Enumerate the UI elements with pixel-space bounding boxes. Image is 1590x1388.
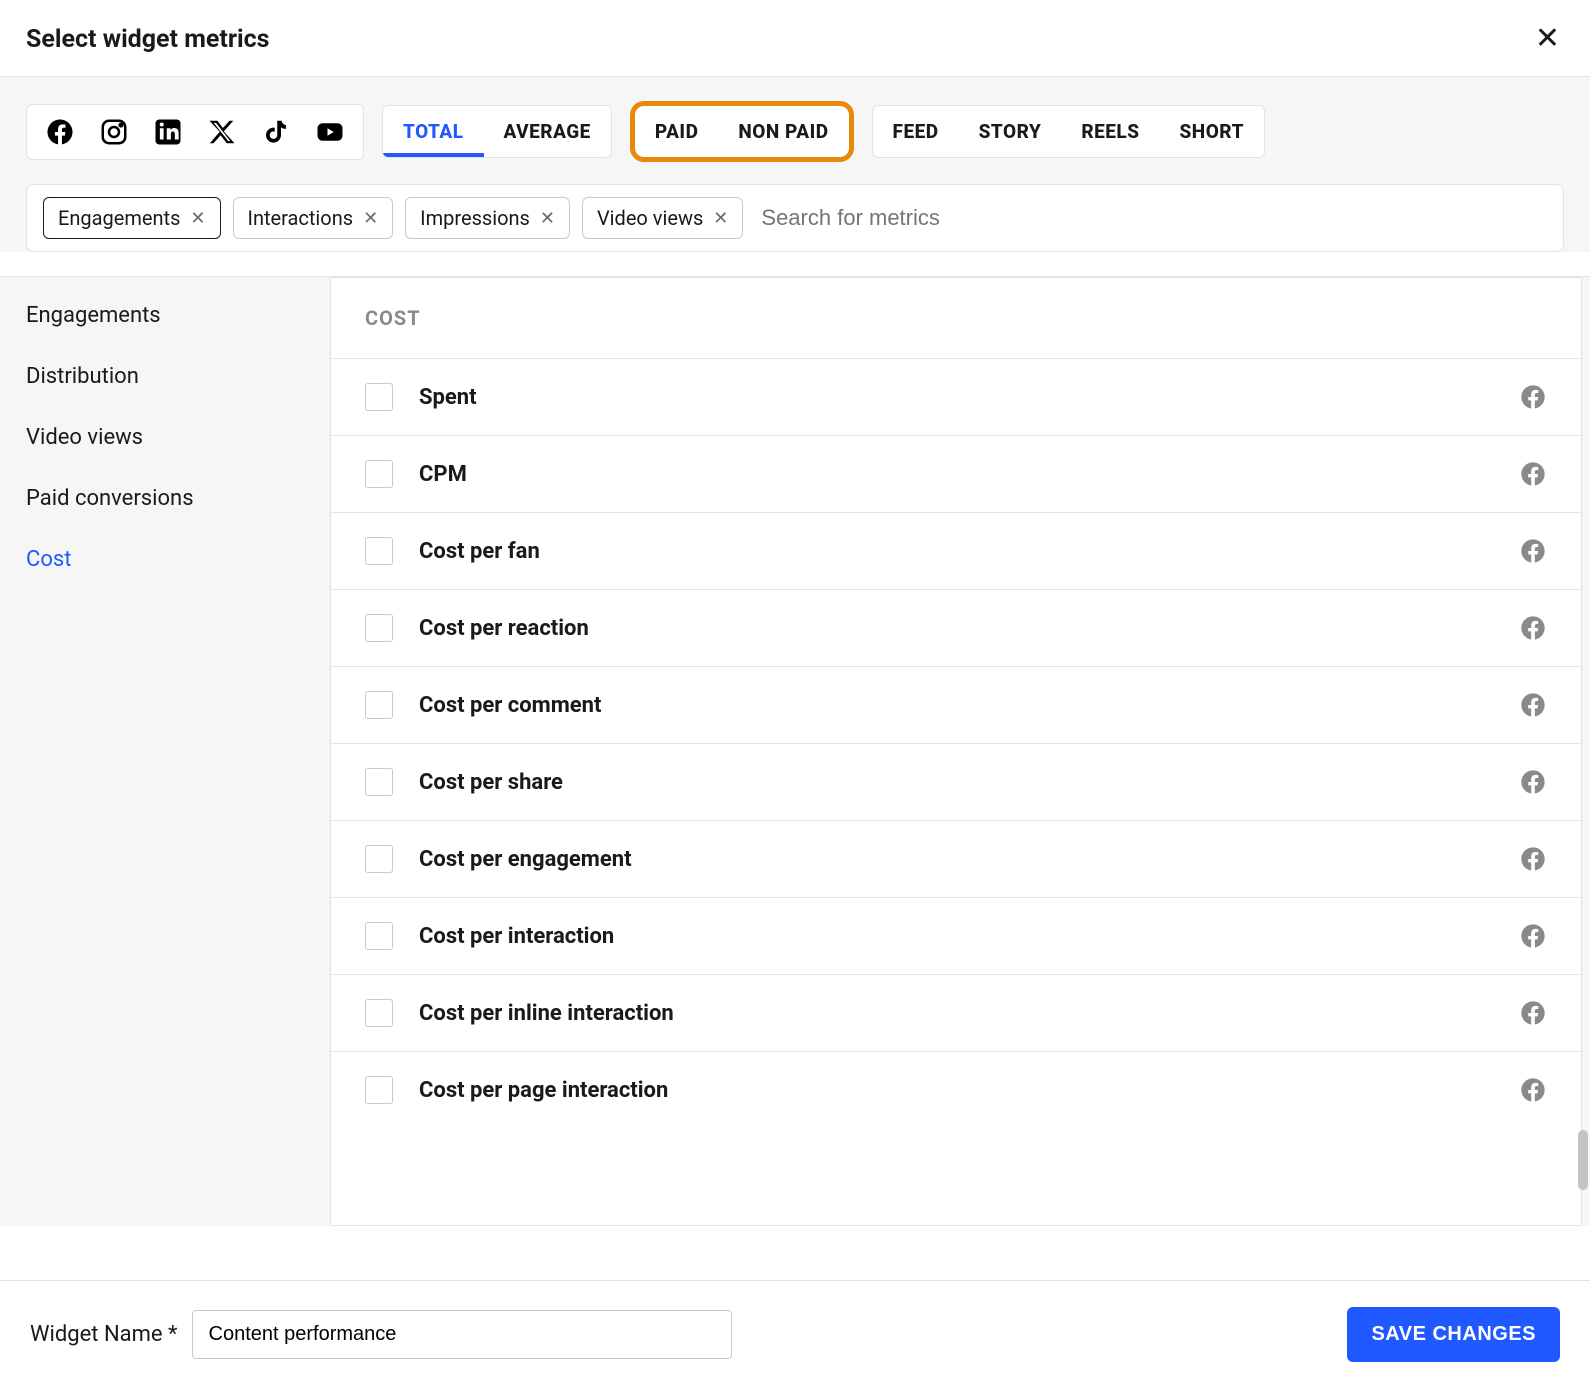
linkedin-icon[interactable] bbox=[153, 117, 183, 147]
metric-row[interactable]: Cost per inline interaction bbox=[331, 975, 1581, 1052]
metric-checkbox[interactable] bbox=[365, 999, 393, 1027]
metric-checkbox[interactable] bbox=[365, 691, 393, 719]
metric-checkbox[interactable] bbox=[365, 460, 393, 488]
segment-aggregation: TOTAL AVERAGE bbox=[382, 105, 612, 158]
metric-checkbox[interactable] bbox=[365, 922, 393, 950]
close-icon[interactable]: ✕ bbox=[1535, 24, 1560, 54]
metric-checkbox[interactable] bbox=[365, 845, 393, 873]
toolbar: TOTAL AVERAGE PAID NON PAID FEED STORY R… bbox=[0, 77, 1590, 162]
metric-row[interactable]: Cost per page interaction bbox=[331, 1052, 1581, 1128]
filter-chip[interactable]: Engagements ✕ bbox=[43, 197, 221, 239]
widget-name-input[interactable] bbox=[192, 1310, 732, 1359]
metric-row[interactable]: Cost per reaction bbox=[331, 590, 1581, 667]
chip-label: Impressions bbox=[420, 206, 530, 230]
tiktok-icon[interactable] bbox=[261, 117, 291, 147]
metric-checkbox[interactable] bbox=[365, 383, 393, 411]
chip-label: Video views bbox=[597, 206, 703, 230]
filter-chip[interactable]: Interactions ✕ bbox=[233, 197, 394, 239]
chip-remove-icon[interactable]: ✕ bbox=[363, 208, 378, 229]
social-icon-group bbox=[26, 104, 364, 160]
facebook-icon bbox=[1519, 537, 1547, 565]
footer: Widget Name * SAVE CHANGES bbox=[0, 1280, 1590, 1388]
x-icon[interactable] bbox=[207, 117, 237, 147]
facebook-icon bbox=[1519, 614, 1547, 642]
chip-remove-icon[interactable]: ✕ bbox=[190, 208, 205, 229]
segment-story[interactable]: STORY bbox=[959, 106, 1062, 157]
modal-title: Select widget metrics bbox=[26, 25, 269, 54]
section-title: COST bbox=[331, 278, 1581, 359]
facebook-icon bbox=[1519, 1076, 1547, 1104]
facebook-icon bbox=[1519, 460, 1547, 488]
chip-label: Engagements bbox=[58, 206, 180, 230]
segment-short[interactable]: SHORT bbox=[1160, 106, 1264, 157]
chip-label: Interactions bbox=[248, 206, 354, 230]
metric-checkbox[interactable] bbox=[365, 1076, 393, 1104]
metric-row[interactable]: Cost per interaction bbox=[331, 898, 1581, 975]
metric-label: Spent bbox=[419, 385, 1519, 410]
metric-label: Cost per inline interaction bbox=[419, 1001, 1519, 1026]
metric-checkbox[interactable] bbox=[365, 537, 393, 565]
segment-format-group: FEED STORY REELS SHORT bbox=[872, 105, 1265, 158]
facebook-icon bbox=[1519, 383, 1547, 411]
search-row: Engagements✕Interactions✕Impressions✕Vid… bbox=[26, 184, 1564, 252]
facebook-icon bbox=[1519, 845, 1547, 873]
category-sidebar: Engagements Distribution Video views Paid c… bbox=[0, 277, 330, 1226]
widget-name-label: Widget Name * bbox=[30, 1322, 178, 1347]
metric-label: CPM bbox=[419, 462, 1519, 487]
instagram-icon[interactable] bbox=[99, 117, 129, 147]
modal-header: Select widget metrics ✕ bbox=[0, 0, 1590, 77]
metric-label: Cost per fan bbox=[419, 539, 1519, 564]
metric-row[interactable]: Spent bbox=[331, 359, 1581, 436]
sidebar-item[interactable]: Engagements bbox=[26, 303, 330, 328]
sidebar-item[interactable]: Video views bbox=[26, 425, 330, 450]
segment-paid-group: PAID NON PAID bbox=[630, 101, 854, 162]
chip-remove-icon[interactable]: ✕ bbox=[540, 208, 555, 229]
metric-row[interactable]: Cost per fan bbox=[331, 513, 1581, 590]
save-button[interactable]: SAVE CHANGES bbox=[1347, 1307, 1560, 1362]
metric-checkbox[interactable] bbox=[365, 768, 393, 796]
youtube-icon[interactable] bbox=[315, 117, 345, 147]
segment-nonpaid[interactable]: NON PAID bbox=[718, 106, 848, 157]
sidebar-item[interactable]: Distribution bbox=[26, 364, 330, 389]
metric-label: Cost per comment bbox=[419, 693, 1519, 718]
segment-feed[interactable]: FEED bbox=[873, 106, 959, 157]
filter-chip[interactable]: Impressions ✕ bbox=[405, 197, 570, 239]
metric-row[interactable]: Cost per comment bbox=[331, 667, 1581, 744]
filter-chip[interactable]: Video views ✕ bbox=[582, 197, 743, 239]
metric-label: Cost per reaction bbox=[419, 616, 1519, 641]
metric-label: Cost per interaction bbox=[419, 924, 1519, 949]
segment-reels[interactable]: REELS bbox=[1061, 106, 1159, 157]
metrics-panel: COST Spent CPM Cost per fan Cost per reacti… bbox=[330, 277, 1582, 1226]
search-input[interactable] bbox=[755, 199, 1547, 237]
segment-paid[interactable]: PAID bbox=[635, 106, 719, 157]
facebook-icon[interactable] bbox=[45, 117, 75, 147]
facebook-icon bbox=[1519, 999, 1547, 1027]
facebook-icon bbox=[1519, 768, 1547, 796]
segment-total[interactable]: TOTAL bbox=[383, 106, 484, 157]
sidebar-item[interactable]: Paid conversions bbox=[26, 486, 330, 511]
segment-average[interactable]: AVERAGE bbox=[484, 106, 611, 157]
metric-checkbox[interactable] bbox=[365, 614, 393, 642]
metric-label: Cost per share bbox=[419, 770, 1519, 795]
chip-remove-icon[interactable]: ✕ bbox=[713, 208, 728, 229]
metric-label: Cost per engagement bbox=[419, 847, 1519, 872]
scrollbar-thumb[interactable] bbox=[1578, 1130, 1588, 1190]
facebook-icon bbox=[1519, 922, 1547, 950]
metric-label: Cost per page interaction bbox=[419, 1078, 1519, 1103]
metric-row[interactable]: CPM bbox=[331, 436, 1581, 513]
facebook-icon bbox=[1519, 691, 1547, 719]
metric-row[interactable]: Cost per engagement bbox=[331, 821, 1581, 898]
sidebar-item[interactable]: Cost bbox=[26, 547, 330, 572]
metric-row[interactable]: Cost per share bbox=[331, 744, 1581, 821]
